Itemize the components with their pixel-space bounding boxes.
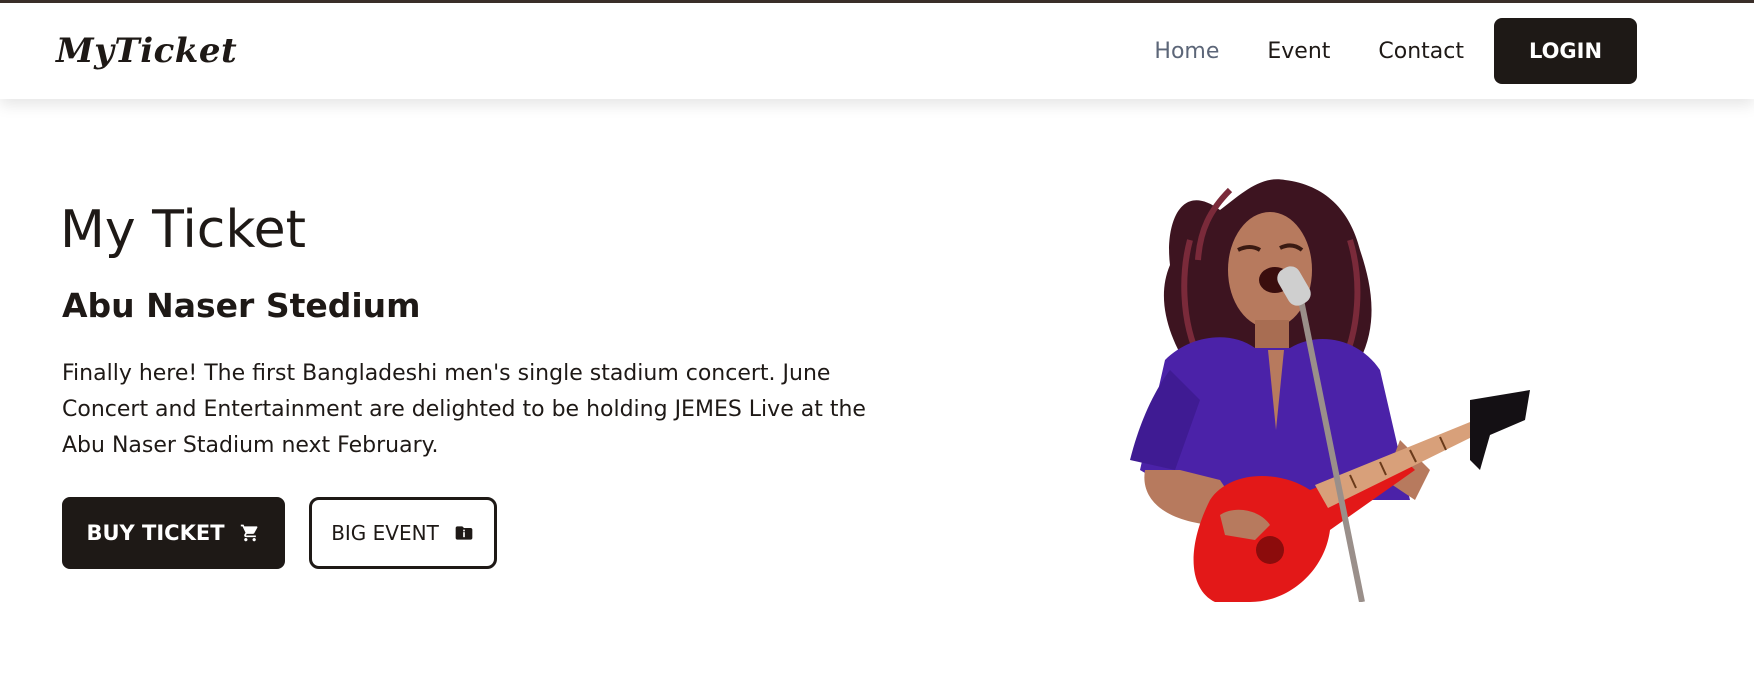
nav-links: Home Event Contact	[1154, 39, 1464, 64]
nav-link-event[interactable]: Event	[1267, 39, 1330, 64]
buy-ticket-label: BUY TICKET	[86, 521, 225, 545]
big-event-button[interactable]: BIG EVENT	[309, 497, 497, 569]
big-event-label: BIG EVENT	[331, 521, 439, 545]
login-button[interactable]: LOGIN	[1494, 18, 1637, 84]
buy-ticket-button[interactable]: BUY TICKET	[62, 497, 285, 569]
brand-logo[interactable]: MyTicket	[56, 31, 237, 71]
nav-link-contact[interactable]: Contact	[1378, 39, 1464, 64]
nav-link-home[interactable]: Home	[1154, 39, 1219, 64]
hero-buttons: BUY TICKET BIG EVENT	[62, 497, 497, 569]
hero-subtitle: Abu Naser Stedium	[62, 286, 421, 325]
hero-title: My Ticket	[60, 200, 307, 260]
navbar: MyTicket Home Event Contact LOGIN	[0, 3, 1754, 99]
cart-icon	[239, 522, 261, 544]
folder-info-icon	[453, 522, 475, 544]
guitarist-singing-photo	[1130, 179, 1530, 602]
hero-description: Finally here! The first Bangladeshi men'…	[62, 361, 866, 458]
